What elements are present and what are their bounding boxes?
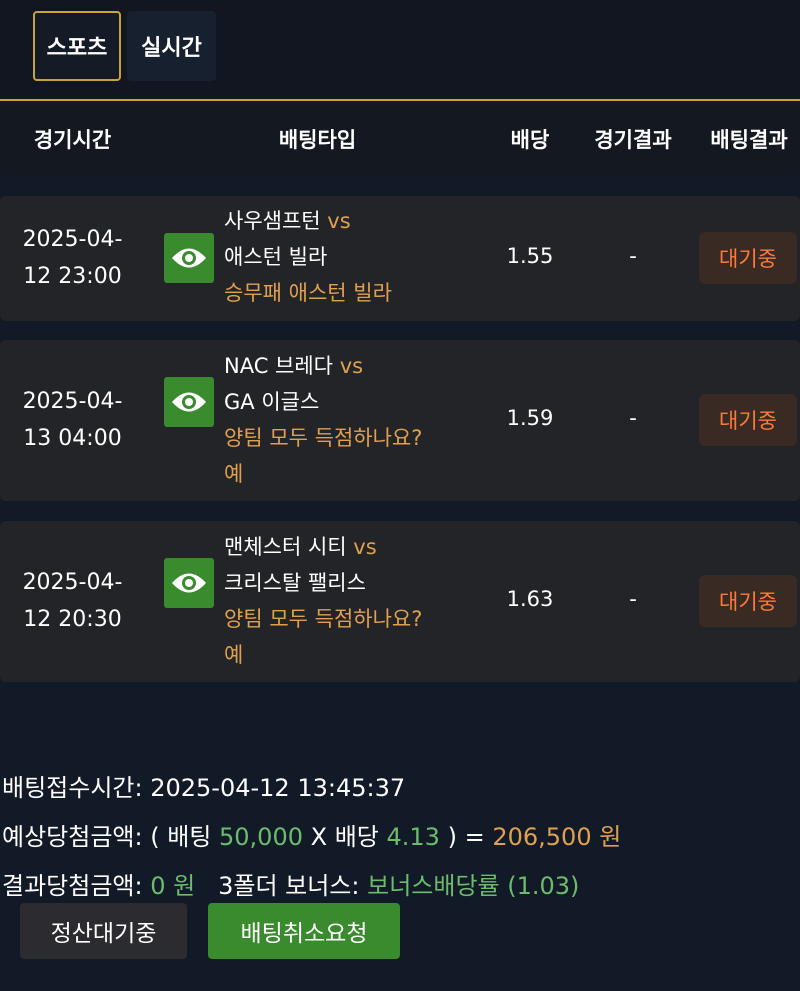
- bonus-value: 보너스배당률 (1.03): [367, 872, 580, 900]
- away-team: GA 이글스: [224, 390, 320, 414]
- expected-win-amount: 예상당첨금액: ( 배팅 50,000 X 배당 4.13 ) = 206,50…: [2, 817, 621, 852]
- bet-pick: 승무패 애스턴 빌라: [224, 281, 392, 305]
- result-amount: 0 원: [150, 872, 196, 900]
- home-team: NAC 브레다: [224, 354, 334, 378]
- bet-row: 2025-04- 12 23:00 사우샘프턴 vs 애스턴 빌라 승무패 애스…: [0, 196, 800, 321]
- equals-sign: ) =: [447, 823, 485, 851]
- vs-label: vs: [327, 209, 351, 233]
- result-win-amount: 결과당첨금액: 0 원 3폴더 보너스: 보너스배당률 (1.03): [2, 866, 579, 901]
- home-team: 맨체스터 시티: [224, 535, 347, 559]
- bet-pick-answer: 예: [224, 462, 244, 486]
- bet-odds: 1.63: [506, 587, 554, 611]
- away-team: 크리스탈 팰리스: [224, 571, 366, 595]
- game-result: -: [629, 587, 637, 611]
- col-game-result: 경기결과: [594, 128, 672, 152]
- result-label: 결과당첨금액:: [2, 872, 143, 900]
- game-hour: 12 23:00: [23, 264, 122, 289]
- total-odds: 4.13: [386, 823, 440, 851]
- game-hour: 13 04:00: [23, 426, 122, 451]
- settle-pending-button[interactable]: 정산대기중: [20, 903, 187, 959]
- col-bet-type: 배팅타입: [278, 128, 357, 152]
- match-info: 맨체스터 시티 vs 크리스탈 팰리스 양팀 모두 득점하나요? 예: [224, 529, 422, 673]
- vs-label: vs: [353, 535, 377, 559]
- bonus-label: 3폴더 보너스:: [218, 872, 360, 900]
- received-value: 2025-04-12 13:45:37: [150, 774, 406, 802]
- vs-label: vs: [339, 354, 364, 378]
- odds-label: X 배당: [310, 823, 379, 851]
- stake-amount: 50,000: [219, 823, 303, 851]
- bet-pick: 양팀 모두 득점하나요?: [224, 607, 423, 631]
- status-badge: 대기중: [699, 394, 797, 446]
- game-date: 2025-04-: [22, 570, 123, 595]
- eye-icon[interactable]: [164, 558, 214, 608]
- game-result: -: [629, 244, 637, 268]
- bet-row: 2025-04- 13 04:00 NAC 브레다 vs GA 이글스 양팀 모…: [0, 340, 800, 501]
- status-badge: 대기중: [699, 575, 797, 627]
- home-team: 사우샘프턴: [224, 209, 321, 233]
- category-tabs: 스포츠 실시간: [0, 0, 800, 100]
- expected-amount: 206,500 원: [492, 823, 622, 851]
- bet-pick-answer: 예: [224, 643, 244, 667]
- game-date: 2025-04-: [22, 389, 123, 414]
- table-header: 경기시간 배팅타입 배당 경기결과 배팅결과: [0, 101, 800, 177]
- bet-row: 2025-04- 12 20:30 맨체스터 시티 vs 크리스탈 팰리스 양팀…: [0, 521, 800, 682]
- status-badge: 대기중: [699, 232, 797, 284]
- col-odds: 배당: [510, 128, 550, 152]
- received-label: 배팅접수시간:: [2, 774, 143, 802]
- game-time: 2025-04- 12 20:30: [0, 564, 145, 638]
- game-time: 2025-04- 13 04:00: [0, 383, 145, 457]
- col-bet-result: 배팅결과: [710, 128, 788, 152]
- col-game-time: 경기시간: [33, 128, 112, 152]
- game-hour: 12 20:30: [23, 607, 122, 632]
- tab-sports[interactable]: 스포츠: [33, 11, 121, 81]
- match-info: NAC 브레다 vs GA 이글스 양팀 모두 득점하나요? 예: [224, 348, 422, 492]
- tab-live[interactable]: 실시간: [127, 11, 216, 81]
- eye-icon[interactable]: [164, 377, 214, 427]
- bet-odds: 1.59: [506, 406, 554, 430]
- bet-pick: 양팀 모두 득점하나요?: [224, 426, 423, 450]
- match-info: 사우샘프턴 vs 애스턴 빌라 승무패 애스턴 빌라: [224, 203, 392, 311]
- stake-label: ( 배팅: [150, 823, 212, 851]
- bet-received-time: 배팅접수시간: 2025-04-12 13:45:37: [2, 768, 405, 803]
- game-date: 2025-04-: [22, 227, 123, 252]
- away-team: 애스턴 빌라: [224, 245, 328, 269]
- eye-icon[interactable]: [164, 233, 214, 283]
- game-result: -: [629, 406, 637, 430]
- cancel-bet-button[interactable]: 배팅취소요청: [208, 903, 400, 959]
- expected-label: 예상당첨금액:: [2, 823, 143, 851]
- game-time: 2025-04- 12 23:00: [0, 221, 145, 295]
- bet-odds: 1.55: [506, 244, 554, 268]
